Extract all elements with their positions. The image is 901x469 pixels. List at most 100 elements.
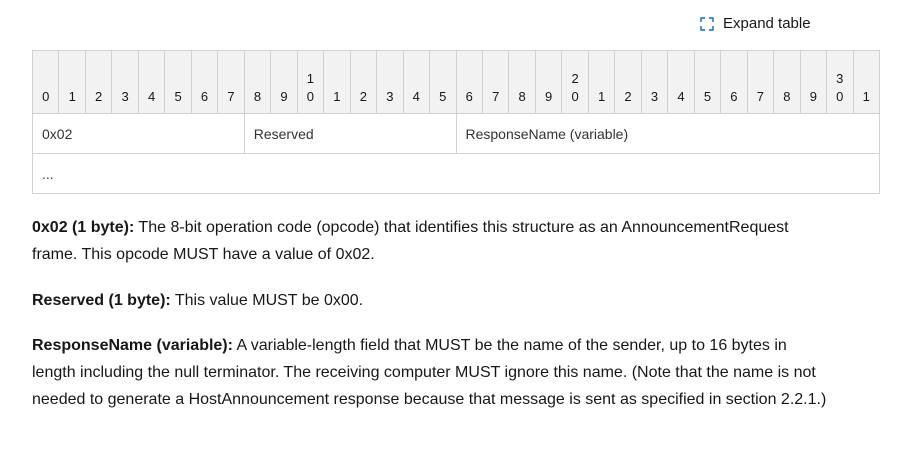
- bit-tens-digit: [589, 72, 614, 90]
- bit-header-cell: 1: [58, 50, 86, 114]
- bit-tens-digit: [695, 72, 720, 90]
- bit-header-cell: 8: [243, 50, 272, 114]
- bit-header-cell: 8: [508, 50, 536, 114]
- bit-header-cell: 3: [111, 50, 139, 114]
- bit-tens-digit: 1: [306, 71, 315, 86]
- bit-tens-digit: [457, 72, 482, 90]
- bit-header-cell: 6: [720, 50, 748, 114]
- bit-ones-digit: 0: [571, 89, 579, 104]
- bit-tens-digit: 2: [571, 71, 579, 86]
- bit-ones-digit: 1: [68, 89, 76, 104]
- bit-header-cell: 2: [349, 50, 378, 114]
- bit-tens-digit: [483, 72, 508, 90]
- bit-ones-digit: 0: [306, 89, 315, 104]
- field-row: 0x02 Reserved ResponseName (variable): [32, 113, 880, 154]
- bit-ones-digit: 0: [836, 89, 844, 104]
- bit-ones-digit: 7: [756, 89, 764, 104]
- bit-tens-digit: [854, 72, 879, 90]
- bit-ones-digit: 4: [677, 89, 685, 104]
- bit-tens-digit: [218, 72, 243, 90]
- bit-tens-digit: [748, 72, 773, 90]
- bit-header-cell: 5: [693, 50, 722, 114]
- bit-tens-digit: [59, 72, 84, 90]
- bit-header-cell: 2: [614, 50, 642, 114]
- bit-header-cell: 7: [746, 50, 775, 114]
- bit-ones-digit: 5: [174, 89, 182, 104]
- bit-ones-digit: 4: [147, 89, 156, 104]
- bit-ones-digit: 3: [386, 89, 394, 104]
- bit-tens-digit: 3: [836, 71, 844, 86]
- bit-tens-digit: [112, 72, 137, 90]
- bit-ones-digit: 9: [809, 89, 817, 104]
- continuation-row: ...: [32, 153, 880, 194]
- bit-tens-digit: [245, 72, 270, 90]
- bit-header-cell: 3: [376, 50, 404, 114]
- bit-header-cell: 2: [84, 50, 113, 114]
- bit-header-cell: 9: [534, 50, 563, 114]
- bit-header-cell: 8: [773, 50, 801, 114]
- bit-ones-digit: 6: [730, 89, 738, 104]
- bit-tens-digit: [721, 72, 746, 90]
- bit-ones-digit: 3: [650, 89, 659, 104]
- bit-tens-digit: [615, 72, 640, 90]
- bit-tens-digit: [86, 72, 111, 90]
- bit-ones-digit: 7: [492, 89, 500, 104]
- bit-tens-digit: [774, 72, 799, 90]
- bit-header-cell: 4: [667, 50, 695, 114]
- bit-tens-digit: [271, 72, 296, 90]
- expand-table-label: Expand table: [723, 15, 811, 32]
- bit-ones-digit: 1: [862, 89, 870, 104]
- bit-header-cell: 20: [561, 50, 589, 114]
- bit-header-cell: 1: [587, 50, 616, 114]
- bit-tens-digit: [377, 72, 402, 90]
- continuation-cell: ...: [32, 153, 880, 194]
- bit-header-cell: 4: [137, 50, 166, 114]
- expand-icon: [700, 16, 714, 31]
- field-reserved: Reserved: [243, 113, 457, 154]
- bit-header-cell: 5: [164, 50, 192, 114]
- bit-header-cell: 4: [402, 50, 431, 114]
- description-text: This value MUST be 0x00.: [170, 292, 364, 309]
- expand-table-button[interactable]: Expand table: [700, 15, 811, 32]
- packet-diagram-table: 0 1 2 3 4 5 6 7 8 910 1 2 3 4 5 6 7 8 92…: [31, 50, 881, 194]
- bit-ones-digit: 6: [465, 89, 473, 104]
- bit-header-cell: 10: [296, 50, 325, 114]
- bit-tens-digit: [404, 72, 429, 90]
- field-opcode: 0x02: [32, 113, 245, 154]
- bit-ones-digit: 9: [280, 89, 288, 104]
- field-response-name: ResponseName (variable): [455, 113, 880, 154]
- bit-ones-digit: 2: [624, 89, 632, 104]
- bit-ones-digit: 5: [703, 89, 712, 104]
- bit-ones-digit: 1: [597, 89, 606, 104]
- bit-header-cell: 0: [31, 50, 60, 114]
- bit-tens-digit: [536, 72, 561, 90]
- bit-ones-digit: 4: [412, 89, 420, 104]
- bit-ones-digit: 8: [518, 89, 526, 104]
- bit-tens-digit: [668, 72, 693, 90]
- bit-header-row: 0 1 2 3 4 5 6 7 8 910 1 2 3 4 5 6 7 8 92…: [31, 50, 881, 114]
- bit-tens-digit: [33, 72, 58, 90]
- bit-tens-digit: [351, 72, 376, 90]
- description-term: Reserved (1 byte):: [32, 292, 171, 309]
- bit-tens-digit: [801, 72, 826, 90]
- bit-header-cell: 9: [270, 50, 298, 114]
- bit-header-cell: 9: [799, 50, 828, 114]
- bit-tens-digit: [192, 72, 217, 90]
- bit-ones-digit: 8: [783, 89, 791, 104]
- bit-header-cell: 7: [481, 50, 510, 114]
- bit-ones-digit: 6: [200, 89, 209, 104]
- bit-tens-digit: [165, 72, 190, 90]
- bit-tens-digit: [642, 72, 667, 90]
- bit-header-cell: 1: [852, 50, 881, 114]
- description-text: The 8-bit operation code (opcode) that i…: [32, 219, 789, 263]
- bit-ones-digit: 0: [42, 89, 50, 104]
- bit-ones-digit: 2: [95, 89, 103, 104]
- description-response-name: ResponseName (variable): A variable-leng…: [32, 332, 832, 413]
- bit-ones-digit: 1: [333, 89, 341, 104]
- description-reserved: Reserved (1 byte): This value MUST be 0x…: [32, 287, 832, 314]
- bit-ones-digit: 8: [253, 89, 262, 104]
- bit-ones-digit: 9: [545, 89, 553, 104]
- description-term: ResponseName (variable):: [32, 337, 233, 354]
- description-opcode: 0x02 (1 byte): The 8-bit operation code …: [32, 214, 832, 268]
- bit-header-cell: 30: [826, 50, 854, 114]
